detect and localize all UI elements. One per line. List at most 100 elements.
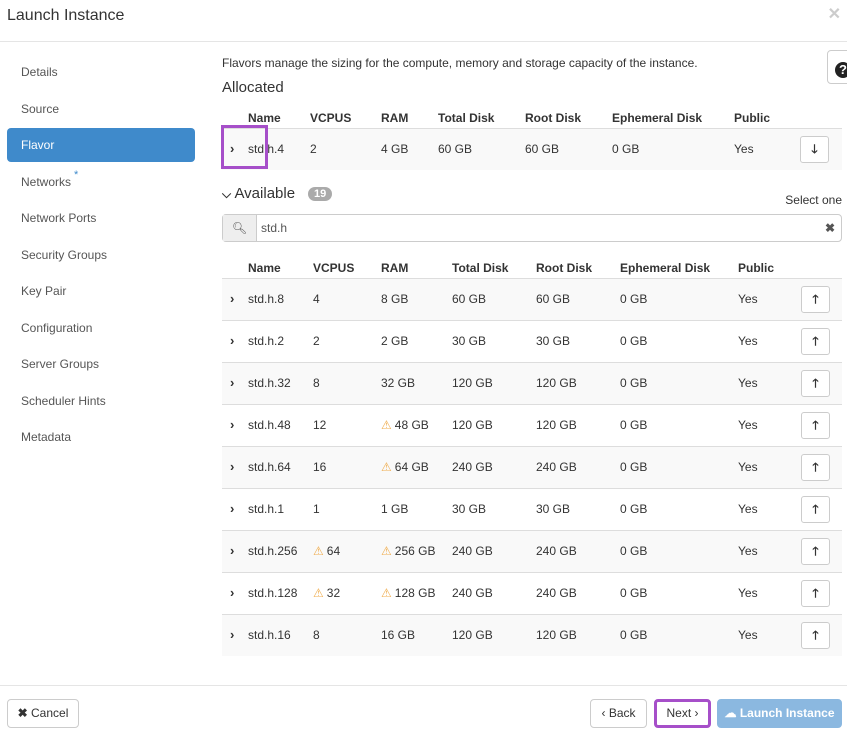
search-value[interactable]: std.h bbox=[261, 215, 287, 241]
column-header-vcpus: VCPUS bbox=[313, 261, 355, 275]
cell-root: 30 GB bbox=[536, 502, 571, 516]
sidebar-item-source[interactable]: Source bbox=[7, 92, 195, 126]
cell-total: 120 GB bbox=[452, 376, 493, 390]
required-marker: * bbox=[74, 168, 79, 181]
table-row: › std.h.32 8 32 GB 120 GB 120 GB 0 GB Yes 🡑 bbox=[222, 362, 842, 404]
arrow-down-icon: 🡓 bbox=[811, 142, 818, 156]
cell-public: Yes bbox=[738, 334, 758, 348]
cell-public: Yes bbox=[738, 586, 758, 600]
allocate-button[interactable]: 🡑 bbox=[801, 580, 830, 607]
cell-vcpus: 12 bbox=[313, 418, 327, 432]
allocate-button[interactable]: 🡑 bbox=[801, 328, 830, 355]
allocate-button[interactable]: 🡑 bbox=[801, 622, 830, 649]
cell-vcpus: ⚠ 64 bbox=[313, 544, 341, 558]
cell-vcpus: 8 bbox=[313, 628, 320, 642]
search-icon: 🔍︎ bbox=[223, 215, 257, 241]
cell-eph: 0 GB bbox=[620, 376, 648, 390]
column-header-ephemeral-disk: Ephemeral Disk bbox=[612, 111, 703, 125]
available-toggle[interactable]: ⌵ Available bbox=[222, 185, 295, 202]
column-header-ephemeral-disk: Ephemeral Disk bbox=[620, 261, 711, 275]
deallocate-button[interactable]: 🡓 bbox=[800, 136, 829, 163]
sidebar-item-details[interactable]: Details bbox=[7, 55, 195, 89]
chevron-right-icon[interactable]: › bbox=[230, 405, 234, 445]
chevron-right-icon[interactable]: › bbox=[230, 321, 234, 361]
table-row: › std.h.1 1 1 GB 30 GB 30 GB 0 GB Yes 🡑 bbox=[222, 488, 842, 530]
highlight-box bbox=[221, 125, 268, 169]
warning-icon: ⚠ bbox=[381, 586, 392, 600]
dialog-title: Launch Instance bbox=[7, 7, 125, 24]
header-divider bbox=[0, 41, 847, 42]
sidebar-item-metadata[interactable]: Metadata bbox=[7, 420, 195, 454]
cell-ram: 2 GB bbox=[381, 334, 409, 348]
question-icon: ? bbox=[835, 62, 847, 78]
back-button[interactable]: ‹ Back bbox=[590, 699, 647, 728]
cell-name: std.h.256 bbox=[248, 544, 298, 558]
sidebar-item-label: Key Pair bbox=[21, 284, 67, 298]
allocate-button[interactable]: 🡑 bbox=[801, 496, 830, 523]
cell-total: 240 GB bbox=[452, 544, 493, 558]
clear-search-icon[interactable]: ✖ bbox=[825, 215, 835, 241]
cell-total: 120 GB bbox=[452, 418, 493, 432]
launch-instance-button[interactable]: ☁ Launch Instance bbox=[717, 699, 842, 728]
close-icon[interactable]: ✕ bbox=[828, 4, 841, 24]
chevron-right-icon[interactable]: › bbox=[230, 615, 234, 655]
chevron-right-icon[interactable]: › bbox=[230, 279, 234, 319]
arrow-up-icon: 🡑 bbox=[812, 586, 819, 600]
sidebar-item-flavor[interactable]: Flavor bbox=[7, 128, 195, 162]
arrow-up-icon: 🡑 bbox=[812, 292, 819, 306]
arrow-up-icon: 🡑 bbox=[812, 418, 819, 432]
table-row: › std.h.16 8 16 GB 120 GB 120 GB 0 GB Yes 🡑 bbox=[222, 614, 842, 656]
sidebar-item-networks[interactable]: Networks * bbox=[7, 165, 195, 199]
chevron-right-icon[interactable]: › bbox=[230, 531, 234, 571]
help-button[interactable]: ? bbox=[827, 50, 847, 84]
chevron-right-icon[interactable]: › bbox=[230, 489, 234, 529]
cell-eph: 0 GB bbox=[620, 460, 648, 474]
cell-name: std.h.32 bbox=[248, 376, 291, 390]
allocate-button[interactable]: 🡑 bbox=[801, 412, 830, 439]
cell-public: Yes bbox=[738, 502, 758, 516]
sidebar-item-scheduler-hints[interactable]: Scheduler Hints bbox=[7, 384, 195, 418]
cell-root: 120 GB bbox=[536, 418, 577, 432]
cell-vcpus: ⚠ 32 bbox=[313, 586, 341, 600]
allocated-heading: Allocated bbox=[222, 79, 284, 96]
allocate-button[interactable]: 🡑 bbox=[801, 286, 830, 313]
allocate-button[interactable]: 🡑 bbox=[801, 370, 830, 397]
cell-eph: 0 GB bbox=[620, 586, 648, 600]
warning-icon: ⚠ bbox=[381, 460, 392, 474]
allocate-button[interactable]: 🡑 bbox=[801, 538, 830, 565]
cell-root: 240 GB bbox=[536, 544, 577, 558]
cell-root: 120 GB bbox=[536, 628, 577, 642]
column-header-total-disk: Total Disk bbox=[452, 261, 509, 275]
cell-public: Yes bbox=[738, 418, 758, 432]
sidebar-item-security-groups[interactable]: Security Groups bbox=[7, 238, 195, 272]
chevron-right-icon[interactable]: › bbox=[230, 363, 234, 403]
cell-name: std.h.8 bbox=[248, 292, 285, 306]
sidebar-item-key-pair[interactable]: Key Pair bbox=[7, 274, 195, 308]
cell-ram: ⚠ 64 GB bbox=[381, 460, 429, 474]
sidebar-item-server-groups[interactable]: Server Groups bbox=[7, 347, 195, 381]
back-label: Back bbox=[608, 706, 636, 720]
cell-total: 30 GB bbox=[452, 334, 487, 348]
cancel-button[interactable]: ✖ Cancel bbox=[7, 699, 79, 728]
column-header-ram: RAM bbox=[381, 111, 409, 125]
sidebar-item-network-ports[interactable]: Network Ports bbox=[7, 201, 195, 235]
cell-eph: 0 GB bbox=[620, 544, 648, 558]
cell-ram: ⚠ 48 GB bbox=[381, 418, 429, 432]
sidebar-item-label: Server Groups bbox=[21, 357, 100, 371]
chevron-right-icon[interactable]: › bbox=[230, 447, 234, 487]
available-heading: Available bbox=[234, 185, 296, 202]
cell-vcpus: 8 bbox=[313, 376, 320, 390]
sidebar-item-label: Security Groups bbox=[21, 247, 108, 262]
sidebar-item-label: Metadata bbox=[21, 430, 72, 444]
search-input[interactable]: 🔍︎ std.h ✖ bbox=[222, 214, 842, 242]
cell-public: Yes bbox=[734, 142, 754, 156]
chevron-right-icon[interactable]: › bbox=[230, 573, 234, 613]
next-button[interactable]: Next › bbox=[654, 699, 711, 728]
allocate-button[interactable]: 🡑 bbox=[801, 454, 830, 481]
warning-icon: ⚠ bbox=[381, 418, 392, 432]
sidebar-item-configuration[interactable]: Configuration bbox=[7, 311, 195, 345]
cell-eph: 0 GB bbox=[612, 142, 640, 156]
cell-root: 60 GB bbox=[525, 142, 560, 156]
column-header-root-disk: Root Disk bbox=[525, 111, 582, 125]
cloud-upload-icon: ☁ bbox=[724, 706, 737, 720]
